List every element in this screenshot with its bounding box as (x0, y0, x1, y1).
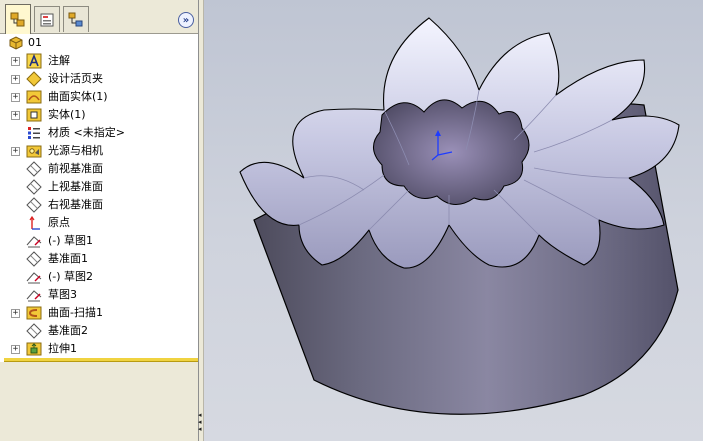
tree-item-right-plane[interactable]: 右视基准面 (0, 196, 198, 214)
tree-item-top-plane[interactable]: 上视基准面 (0, 178, 198, 196)
lights-cameras-icon (26, 145, 42, 158)
tree-item-label: 前视基准面 (48, 162, 103, 175)
tree-item-sketch1[interactable]: (-) 草图1 (0, 232, 198, 250)
rollback-bar[interactable] (4, 358, 198, 362)
annotation-icon (26, 53, 42, 69)
feature-tree: 01 + 注解 + 设计活页夹 + 曲面实体(1) + 实体(1) 材质 <未指… (0, 34, 198, 362)
expand-toggle[interactable]: + (11, 111, 20, 120)
tree-item-label: 基准面2 (48, 324, 88, 337)
tree-item-label: 拉伸1 (48, 342, 77, 355)
expand-toggle[interactable]: + (11, 75, 20, 84)
tree-item-plane2[interactable]: 基准面2 (0, 322, 198, 340)
feature-manager-panel: » 01 + 注解 + 设计活页夹 + 曲面实体(1) + 实体(1) 材质 <… (0, 0, 199, 441)
solid-bodies-icon (26, 108, 42, 122)
expand-panel-button[interactable]: » (178, 12, 194, 28)
tree-item-sketch3[interactable]: 草图3 (0, 286, 198, 304)
tree-item-design-binder[interactable]: + 设计活页夹 (0, 70, 198, 88)
surface-sweep-icon (26, 306, 42, 320)
panel-tab-bar: » (0, 0, 198, 34)
expand-toggle[interactable]: + (11, 345, 20, 354)
tree-item-lights-cameras[interactable]: + 光源与相机 (0, 142, 198, 160)
origin-icon (29, 215, 40, 230)
tree-item-label: 设计活页夹 (48, 72, 103, 85)
tree-item-label: 草图3 (48, 288, 77, 301)
tree-item-label: 实体(1) (48, 108, 86, 121)
expand-toggle[interactable]: + (11, 93, 20, 102)
tree-item-label: 原点 (48, 216, 70, 229)
configuration-manager-icon (68, 12, 83, 26)
plane-icon (26, 323, 42, 339)
tree-item-label: 基准面1 (48, 252, 88, 265)
tree-item-surface-bodies[interactable]: + 曲面实体(1) (0, 88, 198, 106)
panel-empty-area (0, 363, 198, 441)
property-manager-tab[interactable] (34, 6, 60, 32)
tree-item-label: 右视基准面 (48, 198, 103, 211)
design-binder-icon (26, 71, 42, 87)
extrude-icon (26, 342, 42, 356)
tree-item-plane1[interactable]: 基准面1 (0, 250, 198, 268)
tree-item-surface-sweep1[interactable]: + 曲面-扫描1 (0, 304, 198, 322)
tree-item-label: 注解 (48, 54, 70, 67)
plane-icon (26, 161, 42, 177)
tree-item-label: 光源与相机 (48, 144, 103, 157)
feature-manager-tab[interactable] (5, 4, 31, 34)
tree-item-origin[interactable]: 原点 (0, 214, 198, 232)
material-icon (28, 127, 40, 139)
model-render (239, 17, 680, 415)
graphics-viewport[interactable] (204, 0, 703, 441)
expand-toggle[interactable]: + (11, 147, 20, 156)
sketch-icon (26, 236, 42, 248)
tree-item-extrude1[interactable]: + 拉伸1 (0, 340, 198, 358)
tree-item-annotations[interactable]: + 注解 (0, 52, 198, 70)
tree-item-solid-bodies[interactable]: + 实体(1) (0, 106, 198, 124)
plane-icon (26, 251, 42, 267)
tree-item-material[interactable]: 材质 <未指定> (0, 124, 198, 142)
surface-bodies-icon (26, 90, 42, 104)
tree-item-sketch2[interactable]: (-) 草图2 (0, 268, 198, 286)
tree-item-label: 材质 <未指定> (48, 126, 125, 139)
sketch-icon (26, 290, 42, 302)
tree-item-label: 曲面-扫描1 (48, 306, 103, 319)
tree-item-label: (-) 草图2 (48, 270, 94, 283)
tree-root-item[interactable]: 01 (0, 34, 198, 52)
property-manager-icon (40, 13, 54, 26)
plane-icon (26, 197, 42, 213)
feature-tree-icon (10, 12, 25, 26)
sketch-icon (26, 272, 42, 284)
tree-item-label: 曲面实体(1) (48, 90, 108, 103)
tree-root-label: 01 (28, 36, 42, 49)
tree-item-front-plane[interactable]: 前视基准面 (0, 160, 198, 178)
tree-item-label: (-) 草图1 (48, 234, 94, 247)
plane-icon (26, 179, 42, 195)
part-icon (9, 36, 23, 50)
configuration-manager-tab[interactable] (63, 6, 89, 32)
expand-toggle[interactable]: + (11, 309, 20, 318)
tree-item-label: 上视基准面 (48, 180, 103, 193)
expand-toggle[interactable]: + (11, 57, 20, 66)
